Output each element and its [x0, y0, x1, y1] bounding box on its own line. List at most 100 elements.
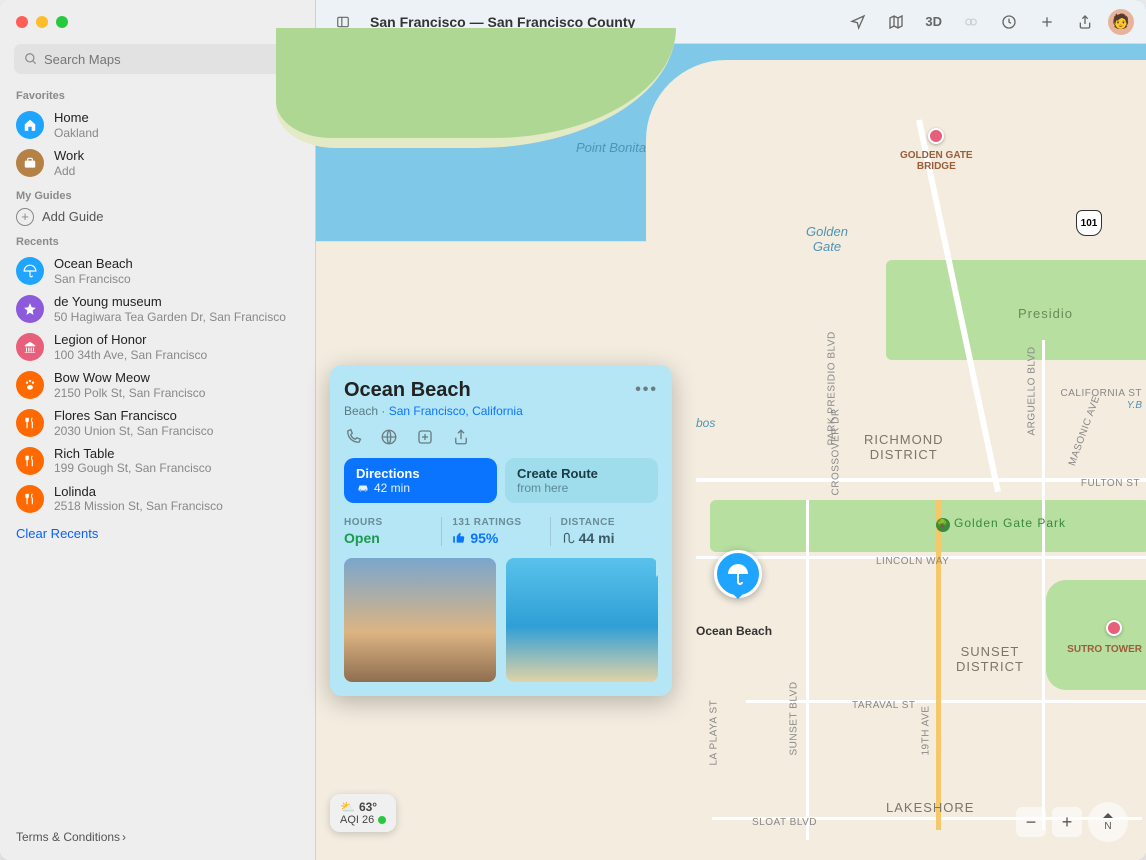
label-golden-gate-bridge: GOLDEN GATE BRIDGE [900, 150, 973, 172]
label-lakeshore: LAKESHORE [886, 800, 974, 815]
directions-button[interactable]: Directions 42 min [344, 458, 497, 503]
umbrella-icon [16, 257, 44, 285]
zoom-out-button[interactable]: − [1016, 807, 1046, 837]
label-sunset-blvd: SUNSET BLVD [789, 681, 800, 755]
weather-widget[interactable]: ⛅ 63° AQI 26 [330, 794, 396, 832]
account-avatar[interactable]: 🧑 [1108, 9, 1134, 35]
place-subtitle: Beach · San Francisco, California [344, 404, 658, 418]
favorites-header: Favorites [0, 82, 315, 106]
label-presidio: Presidio [1018, 306, 1073, 321]
recent-name: Rich Table [54, 446, 211, 462]
weather-aqi: AQI 26 [340, 814, 374, 826]
stat-hours: HOURS Open [344, 517, 441, 546]
highway-101-shield: 101 [1076, 210, 1102, 236]
share-button[interactable] [1070, 8, 1100, 36]
weather-icon: ⛅ [340, 800, 355, 814]
compass-button[interactable]: N [1088, 802, 1128, 842]
museum-icon [16, 333, 44, 361]
recent-sub: 100 34th Ave, San Francisco [54, 348, 207, 362]
recent-lolinda[interactable]: Lolinda2518 Mission St, San Francisco [0, 480, 315, 518]
3d-button[interactable]: 3D [919, 8, 948, 36]
map-mode-button[interactable] [881, 8, 911, 36]
poi-sutro-tower[interactable] [1106, 620, 1122, 636]
fork-knife-icon [16, 409, 44, 437]
recent-ocean-beach[interactable]: Ocean BeachSan Francisco [0, 252, 315, 290]
favorite-name: Work [54, 148, 84, 164]
label-19th: 19TH AVE [921, 706, 932, 756]
route-label: Create Route [517, 466, 646, 481]
guides-header: My Guides [0, 182, 315, 206]
search-icon [24, 52, 38, 66]
paw-icon [16, 371, 44, 399]
place-pin-ocean-beach[interactable] [714, 550, 762, 598]
label-obos: bos [696, 416, 715, 430]
label-la-playa: LA PLAYA ST [709, 700, 720, 766]
clear-recents-link[interactable]: Clear Recents [0, 518, 315, 549]
favorite-home[interactable]: HomeOakland [0, 106, 315, 144]
map-canvas[interactable]: San Francisco — San Francisco County 3D … [316, 0, 1146, 860]
place-photo-1[interactable] [344, 558, 496, 682]
directions-eta: 42 min [374, 481, 410, 495]
locate-button[interactable] [843, 8, 873, 36]
fork-knife-icon [16, 447, 44, 475]
more-button[interactable]: ••• [635, 381, 658, 399]
favorite-sub: Oakland [54, 126, 99, 140]
recent-name: Legion of Honor [54, 332, 207, 348]
call-button[interactable] [344, 428, 362, 446]
label-lincoln: LINCOLN WAY [876, 556, 949, 567]
recent-sub: 2518 Mission St, San Francisco [54, 499, 223, 513]
label-sloat: SLOAT BLVD [752, 817, 817, 828]
settings-button[interactable] [994, 8, 1024, 36]
recent-name: de Young museum [54, 294, 286, 310]
place-location-link[interactable]: San Francisco, California [389, 404, 523, 418]
add-button[interactable] [1032, 8, 1062, 36]
window-controls[interactable] [0, 16, 68, 28]
create-route-button[interactable]: Create Route from here [505, 458, 658, 503]
weather-temp: 63° [359, 800, 377, 814]
recent-richtable[interactable]: Rich Table199 Gough St, San Francisco [0, 442, 315, 480]
thumbs-up-icon [452, 531, 466, 545]
place-title: Ocean Beach [344, 379, 658, 402]
label-yb: Y.B [1127, 400, 1142, 411]
sidebar: Favorites HomeOakland WorkAdd My Guides … [0, 0, 316, 860]
label-point-bonita: Point Bonita [576, 140, 646, 155]
umbrella-icon [726, 562, 750, 586]
recent-flores[interactable]: Flores San Francisco2030 Union St, San F… [0, 404, 315, 442]
recent-name: Flores San Francisco [54, 408, 213, 424]
search-input[interactable] [44, 52, 291, 67]
favorite-work[interactable]: WorkAdd [0, 144, 315, 182]
close-window[interactable] [16, 16, 28, 28]
recent-sub: San Francisco [54, 272, 133, 286]
recent-legion[interactable]: Legion of Honor100 34th Ave, San Francis… [0, 328, 315, 366]
add-to-button[interactable] [416, 428, 434, 446]
label-park-presidio: PARK PRESIDIO BLVD [827, 331, 838, 445]
car-icon [356, 482, 370, 494]
share-place-button[interactable] [452, 428, 470, 446]
directions-label: Directions [356, 466, 485, 481]
recents-header: Recents [0, 228, 315, 252]
terms-link[interactable]: Terms & Conditions › [0, 814, 315, 860]
route-icon [561, 531, 575, 545]
label-golden-gate: Golden Gate [806, 224, 848, 254]
zoom-window[interactable] [56, 16, 68, 28]
fork-knife-icon [16, 485, 44, 513]
recent-bowwow[interactable]: Bow Wow Meow2150 Polk St, San Francisco [0, 366, 315, 404]
search-field[interactable] [14, 44, 301, 74]
zoom-in-button[interactable]: + [1052, 807, 1082, 837]
poi-golden-gate-bridge[interactable] [928, 128, 944, 144]
recent-name: Bow Wow Meow [54, 370, 205, 386]
place-card: Ocean Beach ••• Beach · San Francisco, C… [330, 365, 672, 696]
favorite-sub: Add [54, 164, 84, 178]
stat-distance: DISTANCE 44 mi [550, 517, 658, 546]
minimize-window[interactable] [36, 16, 48, 28]
pin-label-ocean-beach: Ocean Beach [696, 624, 772, 638]
label-sunset: SUNSET DISTRICT [956, 644, 1024, 674]
lookaround-button[interactable] [956, 8, 986, 36]
recent-deyoung[interactable]: de Young museum50 Hagiwara Tea Garden Dr… [0, 290, 315, 328]
label-taraval: TARAVAL ST [852, 700, 916, 711]
add-guide-button[interactable]: + Add Guide [0, 206, 315, 228]
chevron-right-icon: › [122, 830, 126, 844]
place-photo-2[interactable] [506, 558, 658, 682]
website-button[interactable] [380, 428, 398, 446]
recent-sub: 199 Gough St, San Francisco [54, 461, 211, 475]
